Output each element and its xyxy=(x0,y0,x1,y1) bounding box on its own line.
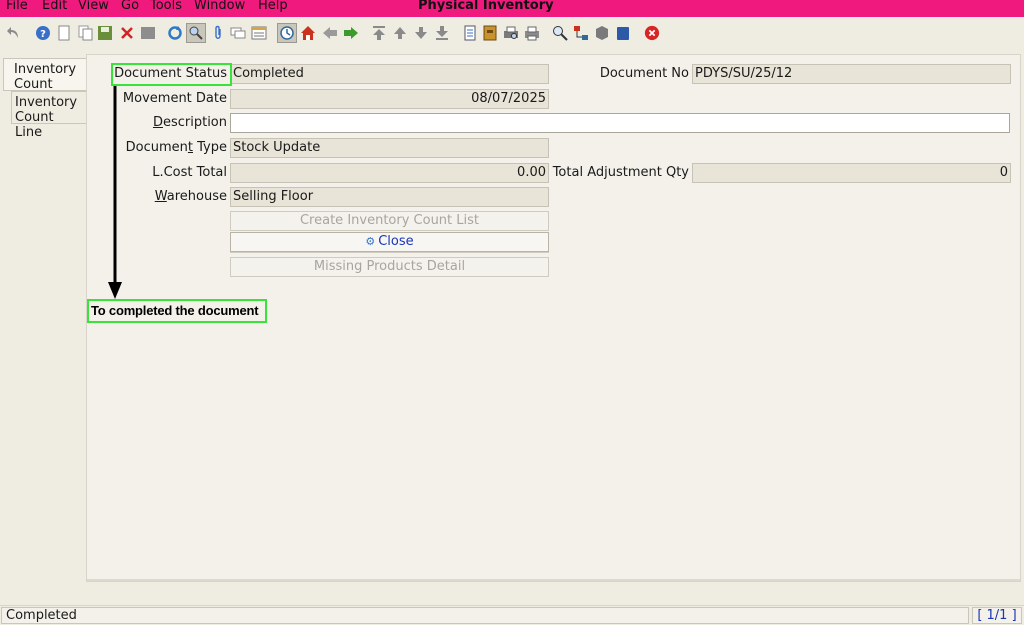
product-info-icon[interactable] xyxy=(594,25,610,41)
status-message: Completed xyxy=(1,607,969,624)
document-no-field: PDYS/SU/25/12 xyxy=(692,64,1011,84)
next-record-icon[interactable] xyxy=(413,25,429,41)
print-preview-icon[interactable] xyxy=(503,25,519,41)
total-adjustment-qty-label: Total Adjustment Qty xyxy=(552,165,689,180)
first-record-icon[interactable] xyxy=(371,25,387,41)
exit-icon[interactable] xyxy=(644,25,660,41)
gear-icon: ⚙ xyxy=(365,235,376,248)
workflow-icon[interactable] xyxy=(573,25,589,41)
close-button-label: Close xyxy=(378,234,414,249)
print-icon[interactable] xyxy=(524,25,540,41)
description-input[interactable] xyxy=(230,113,1010,133)
archive-icon[interactable] xyxy=(482,25,498,41)
forward-icon[interactable] xyxy=(343,25,359,41)
zoom-across-icon[interactable] xyxy=(552,25,568,41)
report-icon[interactable] xyxy=(462,25,478,41)
annotation-arrow xyxy=(108,86,122,299)
record-count[interactable]: [ 1/1 ] xyxy=(972,607,1022,624)
last-record-icon[interactable] xyxy=(434,25,450,41)
previous-record-icon[interactable] xyxy=(392,25,408,41)
document-no-label: Document No xyxy=(599,66,689,81)
home-icon[interactable] xyxy=(300,25,316,41)
window-title: Physical Inventory xyxy=(418,0,554,13)
total-adjustment-qty-field: 0 xyxy=(692,163,1011,183)
back-icon[interactable] xyxy=(322,25,338,41)
annotation-text: To completed the document xyxy=(91,303,259,318)
end-window-icon[interactable] xyxy=(615,25,631,41)
